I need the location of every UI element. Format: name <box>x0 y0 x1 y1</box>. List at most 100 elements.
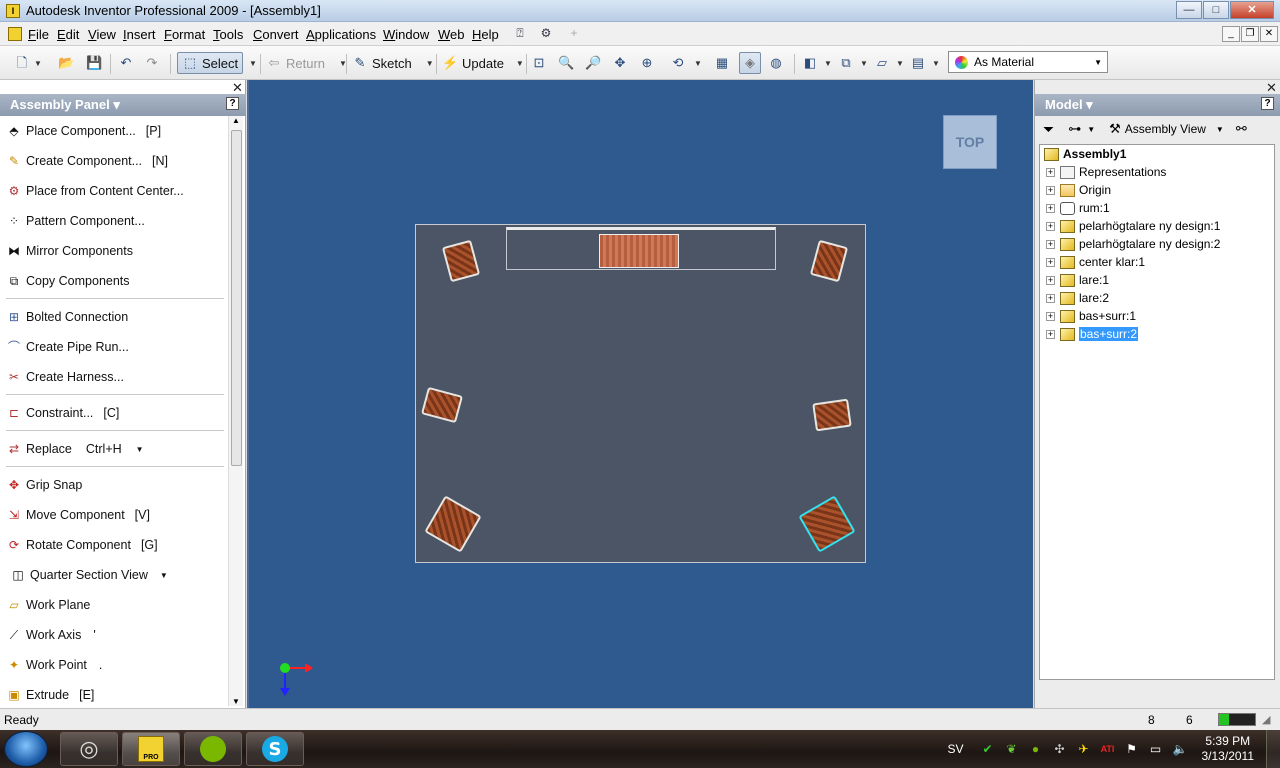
scroll-up-icon[interactable]: ▲ <box>232 116 240 125</box>
add-icon[interactable]: + <box>566 26 582 42</box>
pan-button[interactable]: ✥ <box>612 52 628 74</box>
open-button[interactable]: 📂 <box>58 52 74 74</box>
tree-node-pelarhogtalare-1[interactable]: + pelarhögtalare ny design:1 <box>1046 217 1220 235</box>
tree-node-rum-1[interactable]: + rum:1 <box>1046 199 1110 217</box>
menu-convert[interactable]: Convert <box>253 27 299 42</box>
tray-check-icon[interactable]: ✔ <box>981 742 995 756</box>
chevron-down-icon[interactable]: ▼ <box>160 571 168 580</box>
material-select[interactable]: As Material ▼ <box>948 51 1108 73</box>
constraint-command[interactable]: ⊏ Constraint... [C] <box>0 402 226 424</box>
document-restore-button[interactable]: ❐ <box>1241 26 1259 42</box>
menu-web[interactable]: Web <box>438 27 465 42</box>
start-button[interactable] <box>4 731 48 767</box>
menu-applications[interactable]: Applications <box>306 27 376 42</box>
tray-airplane-icon[interactable]: ✈ <box>1077 742 1091 756</box>
side-speaker-left[interactable] <box>420 386 464 424</box>
menu-file[interactable]: File <box>28 27 49 42</box>
close-button[interactable]: ✕ <box>1230 1 1274 19</box>
hierarchy-icon[interactable]: ⊶ <box>1068 121 1081 137</box>
expand-icon[interactable]: + <box>1046 257 1055 267</box>
rotate-component-command[interactable]: ⟳ Rotate Component [G] <box>0 534 226 556</box>
quarter-section-view-command[interactable]: ◫ Quarter Section View ▼ <box>0 564 226 586</box>
expand-icon[interactable]: + <box>1046 239 1055 249</box>
scroll-thumb[interactable] <box>231 130 242 466</box>
orbit-button[interactable]: ⟲ ▼ <box>670 52 702 74</box>
tray-ati-icon[interactable]: ATI <box>1101 742 1115 756</box>
taskbar-clock[interactable]: 5:39 PM 3/13/2011 <box>1202 734 1255 764</box>
room-model[interactable] <box>415 224 866 563</box>
menu-view[interactable]: View <box>88 27 116 42</box>
pattern-component-command[interactable]: ⁘ Pattern Component... <box>0 210 226 232</box>
language-indicator[interactable]: SV <box>947 742 963 756</box>
extrude-command[interactable]: ▣ Extrude [E] <box>0 684 226 706</box>
menu-insert[interactable]: Insert <box>123 27 156 42</box>
ground-plane-button[interactable]: ▱ ▼ <box>874 52 904 74</box>
graphics-viewport[interactable]: TOP <box>247 80 1033 708</box>
move-component-command[interactable]: ⇲ Move Component [V] <box>0 504 226 526</box>
tray-volume-icon[interactable]: 🔈 <box>1173 742 1188 756</box>
help-icon[interactable]: ? <box>226 97 239 110</box>
model-panel-header[interactable]: Model ▾ ? <box>1035 94 1280 116</box>
menu-window[interactable]: Window <box>383 27 429 42</box>
select-dropdown[interactable]: ▼ <box>245 52 257 74</box>
expand-icon[interactable]: + <box>1046 185 1055 195</box>
tree-node-origin[interactable]: + Origin <box>1046 181 1111 199</box>
sketch-button[interactable]: ✎ Sketch ▼ <box>352 52 434 74</box>
taskbar-inventor-button[interactable]: PRO <box>122 732 180 766</box>
tray-flag-icon[interactable]: ⚑ <box>1125 742 1139 756</box>
view-cube-button[interactable]: ◧ ▼ <box>802 52 832 74</box>
zoom-all-button[interactable]: ⊡ <box>531 52 547 74</box>
place-from-content-center-command[interactable]: ⚙ Place from Content Center... <box>0 180 226 202</box>
display-mode-button[interactable]: ◈ <box>739 52 761 74</box>
expand-icon[interactable]: + <box>1046 221 1055 231</box>
menu-tools[interactable]: Tools <box>213 27 243 42</box>
find-binoculars-icon[interactable]: ⚯ <box>1236 121 1247 137</box>
return-button[interactable]: ⇦ Return ▼ <box>266 52 347 74</box>
expand-icon[interactable]: + <box>1046 275 1055 285</box>
tree-node-assembly1[interactable]: Assembly1 <box>1044 145 1126 163</box>
taskbar-spotify-button[interactable] <box>184 732 242 766</box>
tree-node-lare-1[interactable]: + lare:1 <box>1046 271 1109 289</box>
tower-speaker-front-right[interactable] <box>809 239 849 283</box>
tree-node-representations[interactable]: + Representations <box>1046 163 1166 181</box>
zoom-window-button[interactable]: 🔍 <box>558 52 574 74</box>
chevron-down-icon[interactable]: ▼ <box>136 445 144 454</box>
chevron-down-icon[interactable]: ▼ <box>1087 125 1095 134</box>
select-button[interactable]: ⬚ Select <box>177 52 244 74</box>
place-component-command[interactable]: ⬘ Place Component... [P] <box>0 120 226 142</box>
update-button[interactable]: ⚡ Update ▼ <box>442 52 524 74</box>
create-component-command[interactable]: ✎ Create Component... [N] <box>0 150 226 172</box>
save-button[interactable]: 💾 <box>86 52 102 74</box>
bass-speaker-right-selected[interactable] <box>798 495 856 553</box>
panel-scrollbar[interactable]: ▲ ▼ <box>228 116 243 706</box>
redo-button[interactable]: ↷ <box>144 52 160 74</box>
help-icon[interactable]: ? <box>1261 97 1274 110</box>
work-plane-command[interactable]: ▱ Work Plane <box>0 594 226 616</box>
zoom-selected-button[interactable]: ⊕ <box>639 52 655 74</box>
look-at-button[interactable]: ▦ <box>714 52 730 74</box>
zoom-button[interactable]: 🔎 <box>585 52 601 74</box>
document-icon[interactable] <box>8 27 22 41</box>
minimize-button[interactable]: — <box>1176 1 1202 19</box>
expand-icon[interactable]: + <box>1046 293 1055 303</box>
tree-node-bas-surr-2[interactable]: + bas+surr:2 <box>1046 325 1139 343</box>
viewcube[interactable]: TOP <box>943 115 997 169</box>
bass-speaker-left[interactable] <box>424 495 482 553</box>
customize-icon[interactable]: ⚙ <box>538 26 554 42</box>
resize-grip-icon[interactable]: ◢ <box>1262 713 1270 726</box>
expand-icon[interactable]: + <box>1046 167 1055 177</box>
taskbar-skype-button[interactable]: S <box>246 732 304 766</box>
tree-node-lare-2[interactable]: + lare:2 <box>1046 289 1109 307</box>
section-view-button[interactable]: ⧉ ▼ <box>838 52 868 74</box>
menu-help[interactable]: Help <box>472 27 499 42</box>
document-minimize-button[interactable]: _ <box>1222 26 1240 42</box>
tray-network-icon[interactable]: ✣ <box>1053 742 1067 756</box>
document-close-button[interactable]: ✕ <box>1260 26 1278 42</box>
expand-icon[interactable]: + <box>1046 311 1055 321</box>
tree-node-bas-surr-1[interactable]: + bas+surr:1 <box>1046 307 1136 325</box>
maximize-button[interactable]: □ <box>1203 1 1229 19</box>
create-harness-command[interactable]: ✂ Create Harness... <box>0 366 226 388</box>
tray-leaf-icon[interactable]: ❦ <box>1005 742 1019 756</box>
grip-snap-command[interactable]: ✥ Grip Snap <box>0 474 226 496</box>
replace-command[interactable]: ⇄ Replace Ctrl+H ▼ <box>0 438 226 460</box>
